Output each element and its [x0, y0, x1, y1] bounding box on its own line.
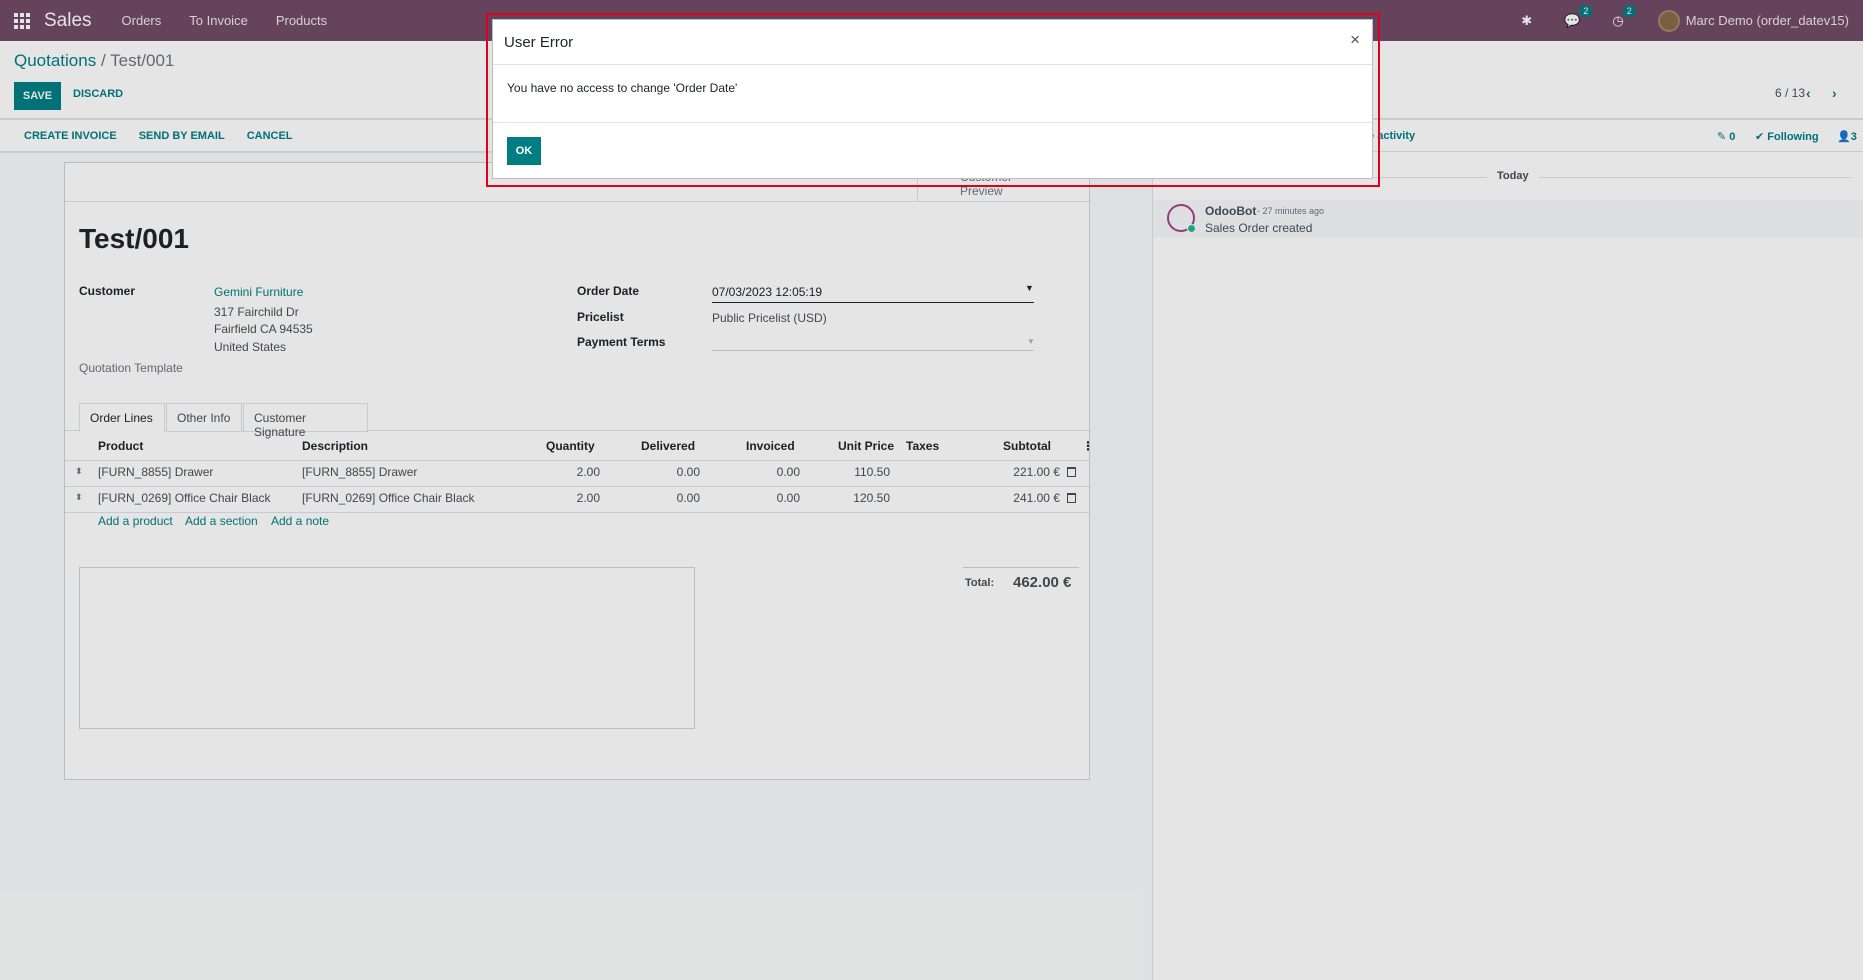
dialog-header: User Error × — [493, 20, 1372, 65]
user-error-dialog: User Error × You have no access to chang… — [492, 19, 1373, 179]
dialog-message: You have no access to change 'Order Date… — [507, 81, 738, 95]
ok-button[interactable]: OK — [507, 137, 541, 165]
close-icon[interactable]: × — [1350, 30, 1360, 50]
dialog-footer — [493, 122, 1372, 123]
dialog-title: User Error — [504, 34, 574, 51]
